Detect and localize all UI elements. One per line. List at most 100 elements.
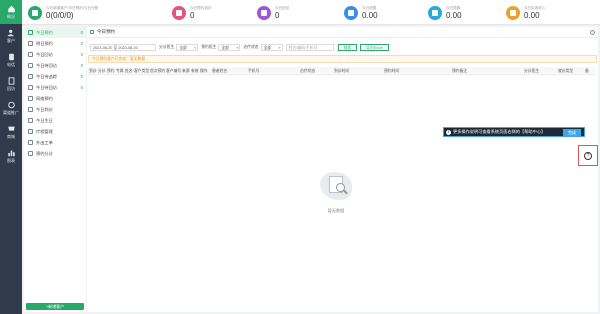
help-icon[interactable]: ? xyxy=(590,30,595,35)
sub-item-today-callbacks[interactable]: 今日回访 0 xyxy=(24,49,86,60)
user-icon xyxy=(28,5,42,20)
sub-item-count: 0 xyxy=(80,85,83,90)
nav-item-customers[interactable]: 客户 xyxy=(0,24,22,48)
column-header: 预约备注 xyxy=(452,69,468,73)
house-icon xyxy=(344,5,358,20)
stat-visits[interactable]: 今日预约到诊 0 xyxy=(172,2,212,23)
sub-item-online-appointments[interactable]: 网络预约 xyxy=(24,93,86,104)
track-icon xyxy=(28,74,33,79)
add-customer-button[interactable]: +新增客户 xyxy=(26,303,84,310)
sub-item-label: 明日预约 xyxy=(36,40,53,46)
app-root: 概况 客户 电话 回访 渠道推广 商城 图表 今日新增客户/今日预约/今日分配 … xyxy=(0,0,600,314)
stats-bar: 今日新增客户/今日预约/今日分配 0(0/0/0) 今日预约到诊 0 今日回访 0 今… xyxy=(22,0,600,25)
filter-label: 治疗状态 xyxy=(243,44,259,49)
sub-item-course-management[interactable]: 疗程管理 xyxy=(24,126,86,137)
filter-label: 预约医生 xyxy=(201,44,217,49)
stat-value: 0(0/0/0) xyxy=(46,10,74,20)
nav-item-callback[interactable]: 回访 xyxy=(0,72,22,96)
stat-value: 0 xyxy=(190,10,195,20)
nav-item-channel[interactable]: 渠道推广 xyxy=(0,96,22,120)
sub-item-count: 0 xyxy=(80,63,83,68)
column-header: 备 xyxy=(585,69,589,73)
column-header: 就诊类型 xyxy=(558,69,574,73)
customers-icon xyxy=(7,29,14,37)
stat-callbacks[interactable]: 今日回访 0 xyxy=(257,2,289,23)
sub-item-label: 外出工单 xyxy=(36,139,53,145)
sub-item-label: 今日生日 xyxy=(36,117,53,123)
stat-value: 0.00 xyxy=(362,10,378,20)
nav-label: 图表 xyxy=(7,158,15,163)
sub-item-label: 今日到诊 xyxy=(36,106,53,112)
stat-value: 0 xyxy=(275,10,280,20)
nav-item-chart[interactable]: 图表 xyxy=(0,144,22,168)
appointment-doctor-select[interactable]: 全部 xyxy=(218,43,241,51)
refund-icon xyxy=(428,5,442,20)
column-header: 姓名 xyxy=(125,69,133,73)
column-header: 客户编号 xyxy=(166,69,182,73)
treatment-status-select[interactable]: 全部 xyxy=(260,43,283,51)
sub-sidebar: 今日预约 0 明日预约 0 今日回访 0 今日待回访 0 今日待追踪 0 今日待回访 0 网… xyxy=(24,27,86,312)
sub-item-field-orders[interactable]: 外出工单 xyxy=(24,137,86,148)
date-range-picker[interactable]: 2023-08-20 至 2023-08-20 xyxy=(90,43,156,51)
stat-income[interactable]: 今日实收收入 0.00 xyxy=(506,2,546,23)
column-header: 到诊 xyxy=(89,69,97,73)
sub-item-label: 预约分诊 xyxy=(36,150,53,156)
nav-item-shop[interactable]: 商城 xyxy=(0,120,22,144)
calendar-icon xyxy=(28,30,33,35)
left-nav: 概况 客户 电话 回访 渠道推广 商城 图表 xyxy=(0,0,22,314)
stat-refund[interactable]: 今日退款 0.00 xyxy=(428,2,462,23)
sub-item-count: 0 xyxy=(80,74,83,79)
column-header: 治疗状态 xyxy=(300,69,316,73)
calendar-icon xyxy=(90,30,94,34)
sub-item-label: 今日待回访 xyxy=(36,62,57,68)
callback-icon xyxy=(8,77,14,85)
search-button[interactable]: 搜索 xyxy=(337,43,358,51)
shop-icon xyxy=(7,126,15,131)
column-header: 操作 xyxy=(200,69,208,73)
column-header: 预约时间 xyxy=(384,69,400,73)
panel-header: 今日预约 xyxy=(87,27,598,38)
sub-item-today-visits[interactable]: 今日到诊 xyxy=(24,104,86,115)
help-center-button[interactable]: ? xyxy=(578,145,598,166)
sub-item-label: 今日待追踪 xyxy=(36,73,57,79)
sub-item-today-appointments[interactable]: 今日预约 0 xyxy=(24,27,86,38)
visit-icon xyxy=(28,107,33,112)
sub-item-label: 今日回访 xyxy=(36,51,53,57)
sub-item-count: 0 xyxy=(80,52,83,57)
stat-consumption[interactable]: 今日消费 0.00 xyxy=(344,2,378,23)
sub-item-triage[interactable]: 预约分诊 xyxy=(24,148,86,159)
sub-item-tomorrow-appointments[interactable]: 明日预约 0 xyxy=(24,38,86,49)
empty-illustration-icon xyxy=(316,168,356,206)
document-icon xyxy=(28,140,33,145)
chat-icon xyxy=(257,5,271,20)
guide-done-button[interactable]: 完成 xyxy=(563,128,581,136)
money-icon xyxy=(506,5,520,20)
export-excel-button[interactable]: 导出Excel xyxy=(360,43,390,51)
list-icon xyxy=(28,85,33,90)
calendar-icon xyxy=(28,41,33,46)
sub-item-birthdays[interactable]: 今日生日 xyxy=(24,115,86,126)
sub-item-label: 疗程管理 xyxy=(36,128,53,134)
stat-value: 0.00 xyxy=(524,10,540,20)
sub-item-count: 0 xyxy=(80,41,83,46)
stat-new-customers[interactable]: 今日新增客户/今日预约/今日分配 0(0/0/0) xyxy=(28,2,98,23)
nav-label: 概况 xyxy=(7,14,15,19)
phone-icon xyxy=(28,63,33,68)
nav-item-phone[interactable]: 电话 xyxy=(0,48,22,72)
column-header: 客户类型 xyxy=(134,69,150,73)
globe-icon xyxy=(28,96,33,101)
sub-item-pending-tracking[interactable]: 今日待追踪 0 xyxy=(24,71,86,82)
nav-item-overview[interactable]: 概况 xyxy=(0,0,22,24)
search-input[interactable]: 姓名/编码/手机号 xyxy=(285,43,334,51)
triage-doctor-select[interactable]: 全部 xyxy=(176,43,199,51)
sub-item-pending-callbacks[interactable]: 今日待回访 0 xyxy=(24,60,86,71)
nav-label: 渠道推广 xyxy=(3,110,19,115)
column-header: 分诊 xyxy=(98,69,106,73)
column-header: 有效 xyxy=(191,69,199,73)
chart-icon xyxy=(7,150,15,157)
channel-icon xyxy=(7,101,15,109)
filter-bar: 2023-08-20 至 2023-08-20 分诊医生 全部 预约医生 全部 … xyxy=(90,43,392,51)
column-header: 专属 xyxy=(116,69,124,73)
sub-item-pending-callbacks-2[interactable]: 今日待回访 0 xyxy=(24,82,86,93)
column-header: 分诊医生 xyxy=(524,69,540,73)
